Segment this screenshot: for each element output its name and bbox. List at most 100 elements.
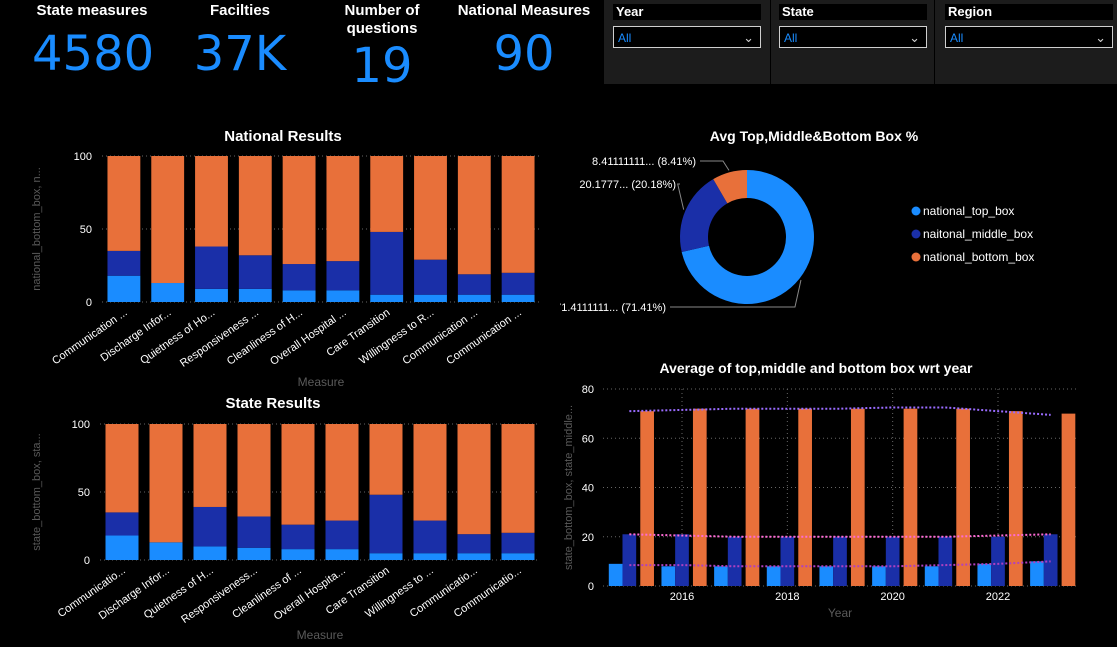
bar-segment — [457, 156, 491, 275]
kpi-state-measures: State measures 4580 — [32, 2, 155, 82]
bar-segment — [238, 288, 272, 302]
dropdown-value: All — [784, 31, 798, 45]
kpi-label: State measures — [36, 2, 148, 19]
year-average-chart[interactable]: Average of top,middle and bottom box wrt… — [560, 350, 1117, 647]
chevron-down-icon: ⌄ — [1095, 30, 1106, 45]
chart-title: Avg Top,Middle&Bottom Box % — [710, 128, 919, 144]
bar — [903, 408, 918, 586]
x-tick-label: 2022 — [986, 591, 1010, 603]
bar — [745, 408, 760, 586]
kpi-value: 4580 — [32, 26, 155, 82]
bar-segment — [107, 275, 141, 302]
kpi-value: 37K — [193, 26, 287, 82]
x-tick-label: Communication ... — [444, 307, 524, 368]
slice-label: 71.4111111... (71.41%) — [560, 302, 666, 314]
legend-marker — [911, 206, 921, 216]
bar-segment — [281, 549, 315, 560]
bar-segment — [414, 259, 447, 295]
dropdown-value: All — [950, 31, 964, 45]
y-tick-label: 0 — [84, 555, 90, 567]
bar-segment — [414, 294, 447, 302]
bar-segment — [238, 255, 272, 289]
bar-segment — [326, 290, 360, 302]
slicer-title: State — [779, 4, 927, 20]
bar-segment — [237, 516, 271, 548]
bar-segment — [501, 424, 535, 533]
bar-segment — [457, 553, 491, 560]
bar — [977, 563, 992, 586]
x-tick-label: Quietness of Ho... — [138, 307, 217, 367]
x-axis-label: Year — [828, 606, 852, 620]
avg-box-donut-chart[interactable]: Avg Top,Middle&Bottom Box % 71.4111111...… — [560, 120, 1117, 340]
bar-segment — [326, 261, 360, 291]
legend-marker — [911, 229, 921, 239]
bar — [1043, 534, 1058, 586]
bar-segment — [457, 274, 491, 295]
bar-segment — [105, 512, 139, 536]
y-tick-label: 60 — [582, 433, 594, 445]
bar-segment — [193, 506, 227, 547]
kpi-label: National Measures — [457, 2, 591, 19]
bar-segment — [237, 424, 271, 517]
y-tick-label: 100 — [74, 151, 92, 163]
chart-title: National Results — [224, 128, 342, 145]
bar — [1008, 411, 1023, 586]
y-tick-label: 50 — [78, 487, 90, 499]
y-tick-label: 0 — [588, 581, 594, 593]
bar — [924, 566, 939, 586]
bar-segment — [149, 424, 183, 543]
bar-segment — [105, 424, 139, 513]
state-dropdown[interactable]: All ⌄ — [779, 26, 927, 48]
year-dropdown[interactable]: All ⌄ — [613, 26, 761, 48]
x-tick-label: Overall Hospital ... — [268, 307, 349, 368]
bar-segment — [282, 264, 316, 291]
state-results-chart[interactable]: State Results 0 50 100 state_bottom_box, sta… — [0, 388, 560, 647]
y-tick-label: 50 — [80, 224, 92, 236]
bar-segment — [370, 231, 404, 295]
bar-segment — [457, 534, 491, 554]
bar-segment — [281, 524, 315, 550]
bar — [780, 536, 795, 586]
region-dropdown[interactable]: All ⌄ — [945, 26, 1113, 48]
bar-segment — [193, 424, 227, 507]
chevron-down-icon: ⌄ — [743, 30, 754, 45]
bar — [833, 536, 847, 586]
kpi-value: 19 — [351, 38, 413, 94]
bar — [727, 536, 742, 586]
bar — [885, 536, 900, 586]
bar-segment — [238, 156, 272, 256]
chevron-down-icon: ⌄ — [909, 30, 920, 45]
kpi-number-of-questions: Number of questions 19 — [322, 2, 442, 94]
bar-segment — [501, 553, 535, 560]
bar — [661, 566, 676, 586]
bar-segment — [325, 424, 359, 521]
bar — [622, 534, 637, 586]
slice-label: 20.1777... (20.18%) — [579, 179, 676, 191]
bar-segment — [369, 553, 403, 560]
bar-segment — [501, 272, 535, 295]
y-tick-label: 40 — [582, 483, 594, 495]
bar-segment — [195, 156, 228, 247]
bar-segment — [325, 520, 359, 550]
x-tick-label: Responsiveness ... — [178, 307, 261, 370]
bar-segment — [369, 424, 403, 495]
national-results-chart[interactable]: National Results 0 50 100 national_bottom_bo… — [0, 120, 560, 392]
bar — [819, 566, 834, 586]
bar-segment — [325, 549, 359, 560]
slicer-region: Region All ⌄ — [945, 4, 1113, 48]
y-tick-label: 0 — [86, 297, 92, 309]
bar-segment — [457, 424, 491, 535]
slicer-year: Year All ⌄ — [613, 4, 761, 48]
legend-label: naitonal_middle_box — [923, 227, 1033, 241]
bar-segment — [370, 156, 404, 232]
kpi-facilities: Facilties 37K — [180, 2, 300, 82]
leader-line — [700, 160, 730, 171]
bar-segment — [326, 156, 360, 262]
bar-segment — [151, 283, 185, 302]
x-tick-label: Communication ... — [50, 307, 130, 368]
bar — [640, 411, 654, 586]
slicer-state: State All ⌄ — [779, 4, 927, 48]
y-axis-label: state_bottom_box, state_middle... — [563, 405, 575, 570]
bar-segment — [237, 547, 271, 560]
bar-segment — [151, 156, 185, 284]
